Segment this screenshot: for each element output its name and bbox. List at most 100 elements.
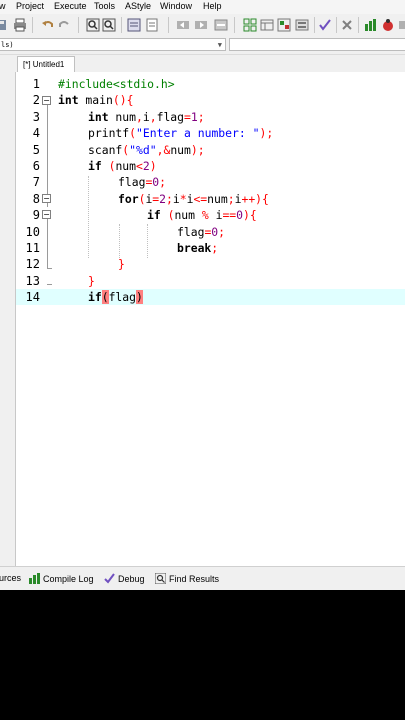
fold-collapse-icon[interactable]: − [42, 194, 51, 203]
line-number: 10 [25, 224, 40, 239]
menu-bar: w Project Execute Tools AStyle Window He… [0, 0, 405, 14]
debug-icon[interactable] [381, 18, 395, 32]
menu-project[interactable]: Project [16, 1, 44, 11]
tab-find-results-label: Find Results [169, 573, 220, 584]
toolbar-separator [314, 17, 315, 33]
symbol-token: < [136, 159, 143, 173]
string-token: "%d" [129, 142, 157, 157]
identifier-token: printf [88, 126, 130, 141]
symbol-token: ); [190, 142, 205, 157]
brace-match-token: ( [101, 290, 109, 305]
code-editor[interactable]: − − − 1 2 3 4 5 6 7 8 9 10 11 12 13 14 #… [15, 72, 405, 566]
code-line-8: for(i=2;i*i<=num;i++){ [118, 191, 269, 207]
close-icon[interactable] [340, 18, 354, 32]
check-icon [104, 573, 115, 586]
bottom-panel-tabs: urces Compile Log Debug Find Results [0, 566, 405, 590]
line-number: 1 [32, 77, 40, 91]
identifier-token: num [108, 109, 137, 124]
ide-window: w Project Execute Tools AStyle Window He… [0, 0, 405, 590]
indent-guide [88, 176, 89, 258]
symbol-token: % [195, 208, 216, 223]
indent-icon[interactable] [176, 18, 190, 32]
line-number: 5 [32, 142, 40, 157]
redo-icon[interactable] [57, 18, 71, 32]
rebuild-icon[interactable] [295, 18, 309, 32]
keyword-token: if [147, 208, 161, 223]
number-token: 0 [236, 208, 244, 223]
run-icon[interactable] [260, 18, 274, 32]
unindent-icon[interactable] [194, 18, 208, 32]
tab-debug[interactable]: Debug [104, 573, 145, 586]
code-line-13: } [88, 273, 95, 289]
menu-window[interactable]: Window [160, 1, 192, 11]
code-line-2: int main(){ [58, 92, 133, 108]
undo-icon[interactable] [41, 18, 55, 32]
symbol-token: = [184, 109, 191, 124]
tab-untitled1[interactable]: [*] Untitled1 [17, 56, 75, 72]
menu-execute[interactable]: Execute [54, 1, 87, 11]
code-line-3: int num,i,flag=1; [88, 109, 205, 125]
symbol-token: ; [197, 109, 205, 124]
find-icon[interactable] [86, 18, 100, 32]
identifier-token: num [207, 191, 228, 206]
symbol-token: ) [149, 159, 157, 173]
tab-resources[interactable]: urces [0, 573, 21, 583]
number-token: 2 [159, 191, 167, 206]
line-number: 14 [25, 290, 40, 305]
code-line-1: #include<stdio.h> [58, 76, 175, 92]
symbol-token: ); [259, 126, 274, 141]
symbol-token: ( [160, 208, 175, 223]
save-all-icon[interactable] [0, 18, 8, 32]
menu-help[interactable]: Help [203, 1, 222, 11]
symbol-select[interactable] [229, 38, 405, 51]
function-select-value: ls) [1, 41, 14, 49]
symbol-token: ; [218, 224, 226, 239]
menu-view[interactable]: w [0, 1, 6, 11]
fold-collapse-icon[interactable]: − [42, 210, 51, 219]
toggle-comment-icon[interactable] [214, 18, 228, 32]
indent-guide [119, 224, 120, 258]
symbol-token: == [222, 208, 237, 223]
line-number: 9 [32, 208, 40, 223]
line-number: 6 [32, 159, 40, 173]
bookmark-icon[interactable] [145, 18, 159, 32]
toolbar-separator [78, 17, 79, 33]
function-select[interactable]: ls) ▼ [0, 38, 226, 51]
menu-tools[interactable]: Tools [94, 1, 115, 11]
menu-astyle[interactable]: AStyle [125, 1, 151, 11]
toolbar-separator [358, 17, 359, 33]
fold-end-marker [47, 284, 52, 285]
tab-compile-log[interactable]: Compile Log [29, 573, 94, 586]
symbol-token: * [179, 191, 187, 206]
identifier-token: i [172, 191, 180, 206]
symbol-token: } [118, 257, 125, 272]
line-number: 4 [32, 126, 40, 141]
symbol-token: ; [166, 191, 173, 206]
toolbar-separator [234, 17, 235, 33]
line-number: 13 [25, 273, 40, 288]
goto-icon[interactable] [127, 18, 141, 32]
number-token: 2 [142, 159, 150, 173]
symbol-token: ; [211, 241, 219, 255]
chart-icon[interactable] [364, 18, 378, 32]
code-line-11: break; [177, 240, 218, 256]
fold-collapse-icon[interactable]: − [42, 96, 51, 105]
compile-run-icon[interactable] [277, 18, 291, 32]
chart-icon [29, 573, 40, 586]
print-icon[interactable] [13, 18, 27, 32]
current-line-highlight [16, 289, 405, 306]
check-icon[interactable] [318, 18, 332, 32]
compile-icon[interactable] [243, 18, 257, 32]
toolbar-overflow-icon[interactable] [398, 18, 405, 32]
symbol-token: ( [129, 126, 137, 141]
tab-compile-log-label: Compile Log [43, 573, 94, 584]
code-line-5: scanf("%d",&num); [88, 142, 205, 158]
indent-guide [147, 224, 148, 258]
replace-icon[interactable] [102, 18, 116, 32]
tab-find-results[interactable]: Find Results [154, 572, 220, 586]
tab-debug-label: Debug [118, 573, 145, 584]
keyword-token: int [88, 109, 109, 124]
keyword-token: if [88, 290, 102, 305]
symbol-token: ( [101, 159, 116, 173]
identifier-token: flag [108, 290, 137, 305]
